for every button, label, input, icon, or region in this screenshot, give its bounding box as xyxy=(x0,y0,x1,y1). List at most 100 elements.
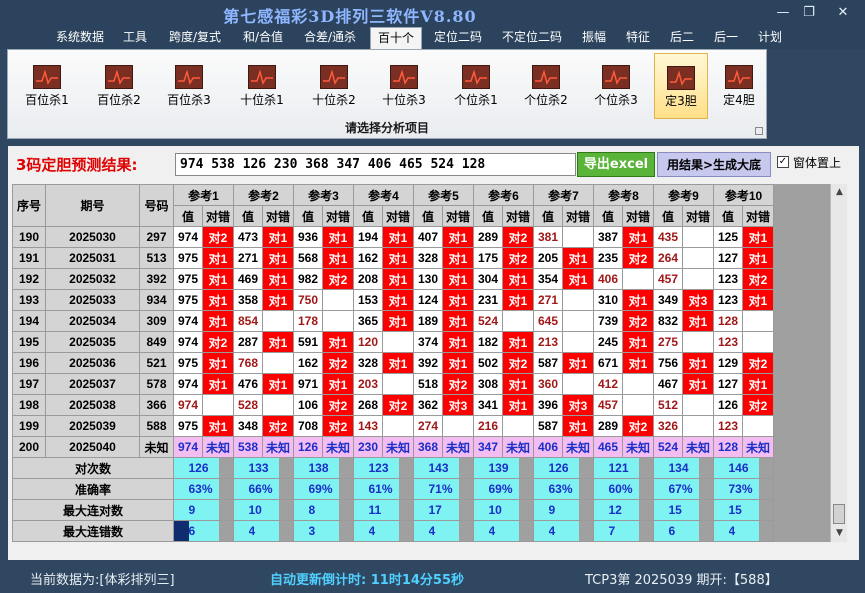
menu-plan[interactable]: 计划 xyxy=(752,27,788,49)
header-ref[interactable]: 参考5 xyxy=(413,184,474,206)
cell-result xyxy=(682,415,714,437)
cell-result: 未知 xyxy=(202,436,234,458)
ribbon-button-5[interactable]: 十位杀2 xyxy=(302,53,366,119)
stats-value: 4 xyxy=(488,520,520,542)
menu-fixed-two[interactable]: 定位二码 xyxy=(428,27,488,49)
menu-unfixed-two[interactable]: 不定位二码 xyxy=(494,27,570,49)
ribbon-button-3[interactable]: 百位杀3 xyxy=(158,53,220,119)
on-top-checkbox[interactable]: ✓ xyxy=(777,156,789,168)
ribbon-button-1[interactable]: 百位杀1 xyxy=(16,53,78,119)
menu-last-one[interactable]: 后一 xyxy=(708,27,744,49)
menu-system-data[interactable]: 系统数据 xyxy=(50,27,110,49)
restore-button[interactable]: ❐ xyxy=(796,3,822,23)
table-row[interactable]: 194 2025034 309 974 对1 854 178 365 对1 189 对1 524 645… xyxy=(12,310,774,332)
menu-feature[interactable]: 特征 xyxy=(620,27,656,49)
generate-base-button[interactable]: 用结果>生成大底 xyxy=(657,152,771,177)
header-ref[interactable]: 参考8 xyxy=(593,184,654,206)
cell-value: 975 xyxy=(173,415,203,437)
menu-tools[interactable]: 工具 xyxy=(116,27,154,49)
table-row[interactable]: 191 2025031 513 975 对1 271 对1 568 对1 162 对1 328 对1 17… xyxy=(12,247,774,269)
main-panel: 3码定胆预测结果: 974 538 126 230 368 347 406 46… xyxy=(8,146,859,560)
row-number: 297 xyxy=(139,226,174,248)
header-ref[interactable]: 参考6 xyxy=(473,184,534,206)
cell-result: 对1 xyxy=(442,331,474,353)
table-row[interactable]: 190 2025030 297 974 对2 473 对1 936 对1 194 对1 407 对1 28… xyxy=(12,226,774,248)
cell-result xyxy=(262,352,294,374)
current-row[interactable]: 200 2025040 未知 974 未知 538 未知 126 未知 230 未知 368 未知 347… xyxy=(12,436,774,458)
stats-value: 15 xyxy=(728,499,760,521)
ribbon-button-7[interactable]: 个位杀1 xyxy=(444,53,508,119)
menu-last-two[interactable]: 后二 xyxy=(664,27,700,49)
header-value: 值 xyxy=(233,205,263,227)
ribbon-button-2[interactable]: 百位杀2 xyxy=(88,53,150,119)
stats-value: 10 xyxy=(248,499,280,521)
scroll-up-icon[interactable]: ▲ xyxy=(831,184,848,201)
stats-value: 6 xyxy=(188,520,220,542)
ribbon-button-4[interactable]: 十位杀1 xyxy=(230,53,294,119)
header-ref[interactable]: 参考7 xyxy=(533,184,594,206)
cell-result: 对1 xyxy=(202,310,234,332)
ribbon-button-6[interactable]: 十位杀3 xyxy=(372,53,436,119)
stats-value: 4 xyxy=(368,520,400,542)
status-last-draw: TCP3第 2025039 期开:【588】 xyxy=(585,573,778,588)
cell-result: 对1 xyxy=(742,226,774,248)
stats-value: 66% xyxy=(248,478,280,500)
header-period: 期号 xyxy=(45,184,140,227)
header-result: 对错 xyxy=(502,205,534,227)
table-row[interactable]: 196 2025036 521 975 对1 768 162 对2 328 对1 392 对1 502 对… xyxy=(12,352,774,374)
header-value: 值 xyxy=(653,205,683,227)
minimize-button[interactable]: — xyxy=(770,3,796,23)
cell-value: 264 xyxy=(653,247,683,269)
cell-value: 128 xyxy=(713,436,743,458)
scroll-thumb[interactable] xyxy=(833,504,845,524)
cell-result: 对2 xyxy=(322,268,354,290)
cell-value: 360 xyxy=(533,373,563,395)
menu-position[interactable]: 百十个 xyxy=(370,27,422,49)
table-row[interactable]: 198 2025038 366 974 528 106 对2 268 对2 362 对3 341 对1 3… xyxy=(12,394,774,416)
cell-result xyxy=(562,289,594,311)
cell-result: 对1 xyxy=(202,247,234,269)
menu-diff-kill[interactable]: 合差/通杀 xyxy=(298,27,362,49)
menu-span[interactable]: 跨度/复式 xyxy=(160,27,230,49)
table-row[interactable]: 197 2025037 578 974 对1 476 对1 971 对1 203 518 对2 308 对… xyxy=(12,373,774,395)
menu-amplitude[interactable]: 振幅 xyxy=(576,27,612,49)
cell-value: 123 xyxy=(713,289,743,311)
table-row[interactable]: 199 2025039 588 975 对1 348 对2 708 对2 143 274 216 587… xyxy=(12,415,774,437)
ribbon-button-11[interactable]: 定4胆 xyxy=(716,53,762,119)
header-ref[interactable]: 参考9 xyxy=(653,184,714,206)
scroll-down-icon[interactable]: ▼ xyxy=(831,525,848,542)
results-grid[interactable]: 序号 期号 号码 参考1 参考2 参考3 参考4 参考5 参考6 参考7 参考8 参考9 参考10 值对错… xyxy=(12,184,830,542)
vertical-scrollbar[interactable]: ▲ ▼ xyxy=(830,184,847,542)
close-button[interactable]: ✕ xyxy=(830,3,856,23)
cell-result: 对2 xyxy=(502,226,534,248)
cell-result xyxy=(382,331,414,353)
cell-value: 106 xyxy=(293,394,323,416)
cell-result: 对2 xyxy=(742,352,774,374)
cell-result: 对1 xyxy=(682,352,714,374)
expand-icon[interactable] xyxy=(755,127,763,135)
header-ref[interactable]: 参考2 xyxy=(233,184,294,206)
stats-value: 139 xyxy=(488,457,520,479)
table-row[interactable]: 192 2025032 392 975 对1 469 对1 982 对2 208 对1 130 对1 30… xyxy=(12,268,774,290)
ribbon-button-9[interactable]: 个位杀3 xyxy=(584,53,648,119)
cell-result: 对2 xyxy=(442,373,474,395)
menu-sum[interactable]: 和/合值 xyxy=(236,27,290,49)
prediction-result-field[interactable]: 974 538 126 230 368 347 406 465 524 128 xyxy=(175,153,576,176)
header-ref[interactable]: 参考10 xyxy=(713,184,774,206)
window-title: 第七感福彩3D排列三软件V8.80 xyxy=(223,7,477,26)
cell-value: 127 xyxy=(713,247,743,269)
cell-result: 对1 xyxy=(262,247,294,269)
row-seq: 192 xyxy=(12,268,46,290)
header-ref[interactable]: 参考1 xyxy=(173,184,234,206)
cell-value: 230 xyxy=(353,436,383,458)
table-row[interactable]: 193 2025033 934 975 对1 358 对1 750 153 对1 124 对1 231 对… xyxy=(12,289,774,311)
table-row[interactable]: 195 2025035 849 974 对2 287 对1 591 对1 120 374 对1 182 对… xyxy=(12,331,774,353)
header-ref[interactable]: 参考3 xyxy=(293,184,354,206)
ribbon-button-8[interactable]: 个位杀2 xyxy=(514,53,578,119)
cell-result: 未知 xyxy=(562,436,594,458)
row-period: 2025034 xyxy=(45,310,140,332)
ribbon-button-10[interactable]: 定3胆 xyxy=(654,53,708,119)
header-ref[interactable]: 参考4 xyxy=(353,184,414,206)
export-excel-button[interactable]: 导出excel xyxy=(577,152,655,177)
chart-icon xyxy=(248,65,276,89)
